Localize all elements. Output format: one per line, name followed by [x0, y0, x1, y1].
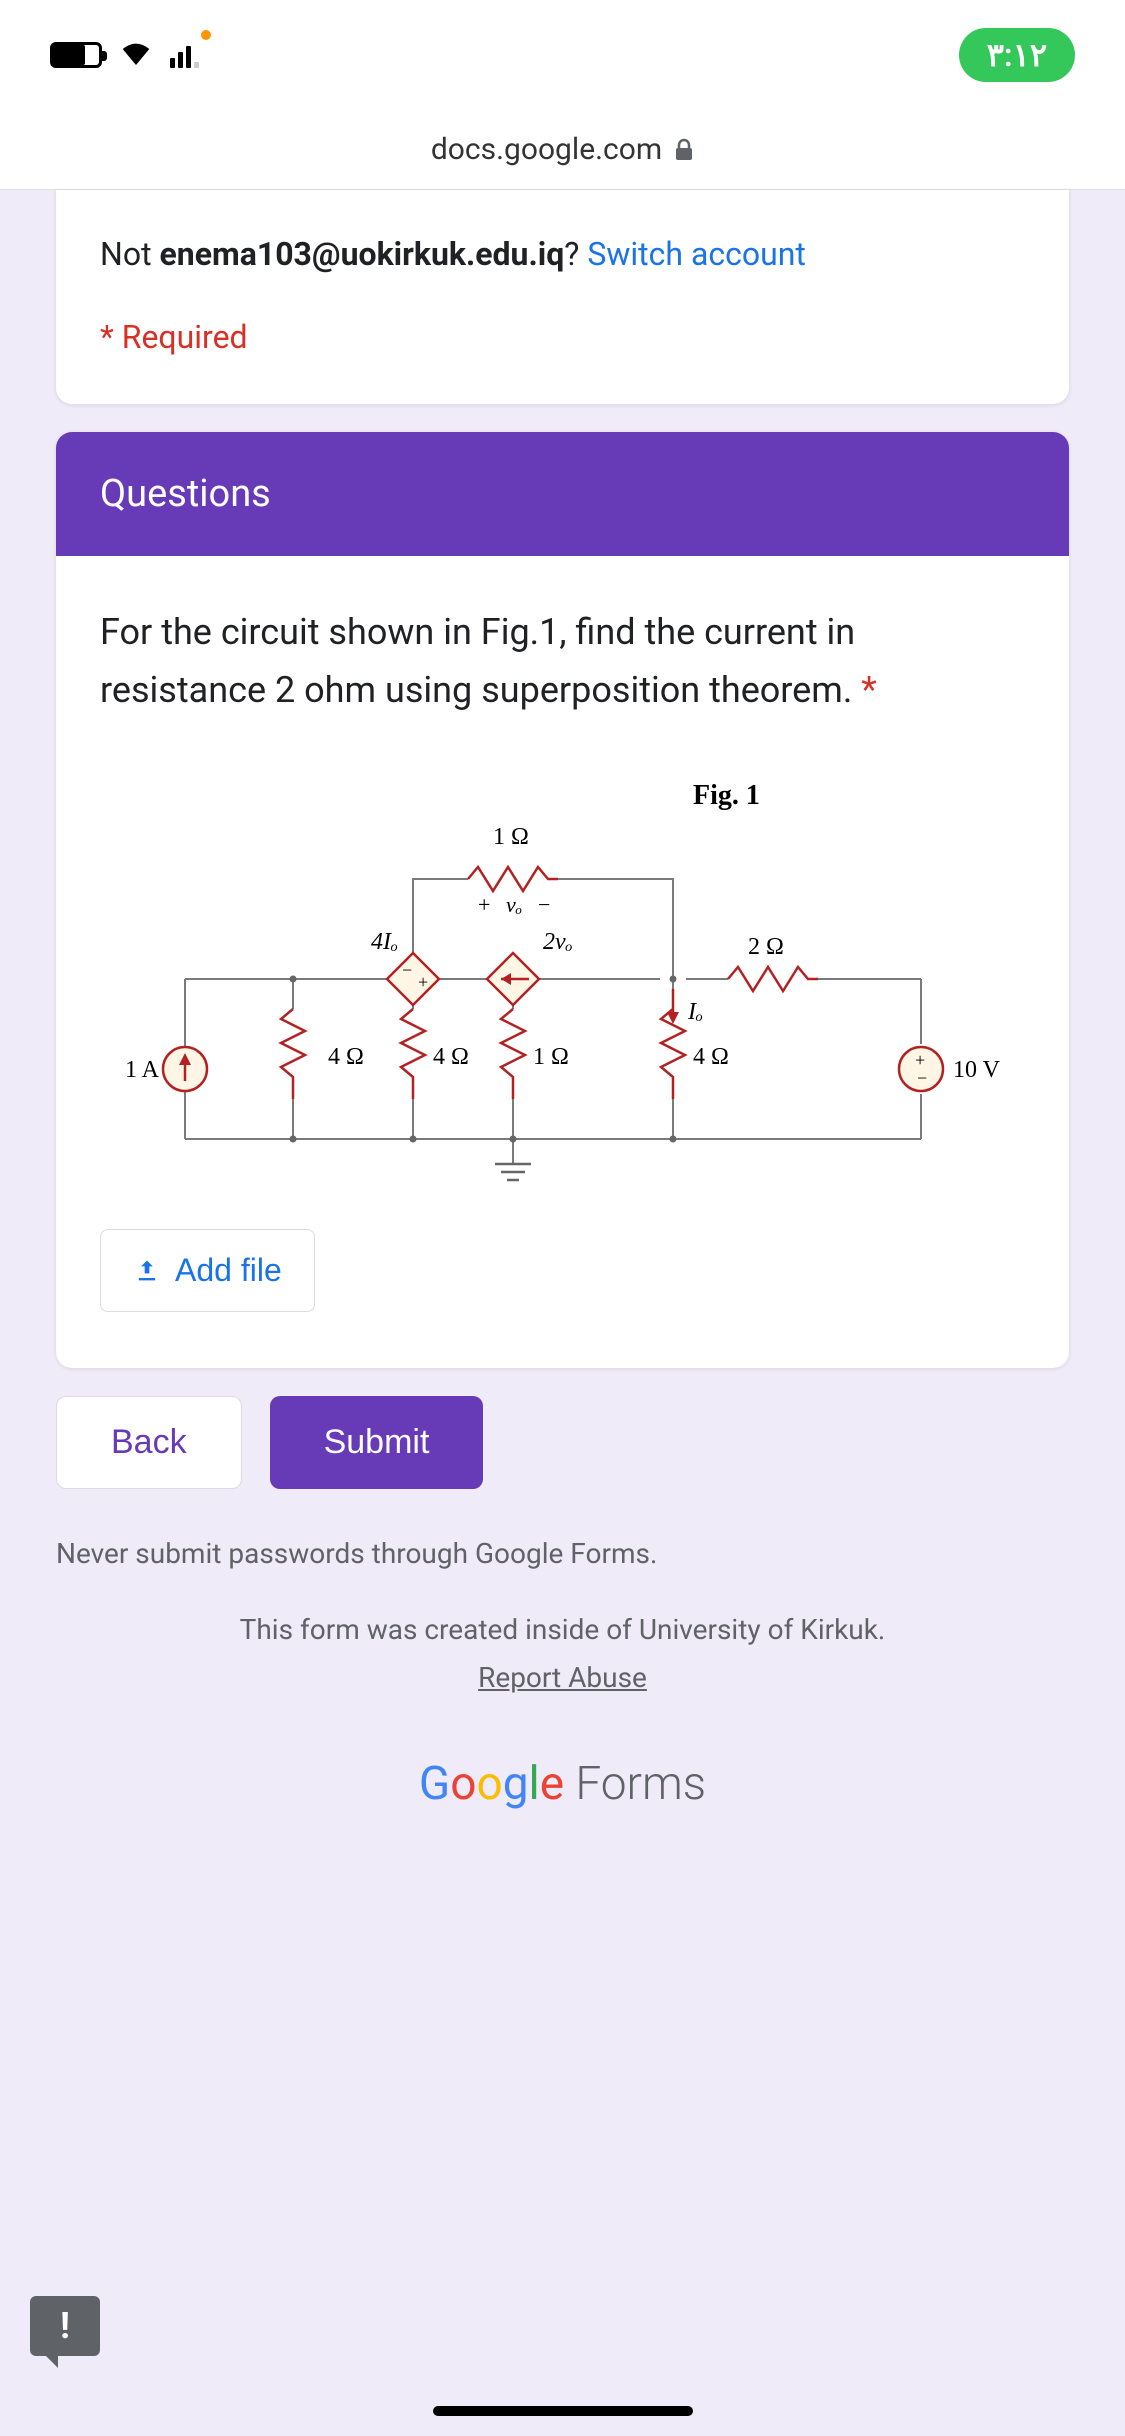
svg-text:2 Ω: 2 Ω	[748, 934, 784, 960]
svg-text:+: +	[915, 1050, 925, 1070]
svg-text:10 V: 10 V	[953, 1057, 1001, 1083]
password-warning: Never submit passwords through Google Fo…	[56, 1537, 1069, 1570]
home-indicator[interactable]	[433, 2406, 693, 2416]
svg-text:4 Ω: 4 Ω	[328, 1044, 364, 1070]
account-switch-text: Not enema103@uokirkuk.edu.iq? Switch acc…	[100, 230, 1025, 278]
question-text: For the circuit shown in Fig.1, find the…	[100, 604, 1025, 719]
svg-text:4Iₒ: 4Iₒ	[371, 929, 398, 955]
url-bar[interactable]: docs.google.com	[0, 110, 1125, 190]
upload-icon	[133, 1257, 161, 1285]
svg-text:1 A: 1 A	[125, 1057, 160, 1083]
org-notice: This form was created inside of Universi…	[56, 1606, 1069, 1701]
circuit-figure: Fig. 1	[100, 769, 1025, 1189]
svg-text:−: −	[538, 892, 550, 917]
status-bar: ٣:١٢	[0, 0, 1125, 110]
svg-text:−: −	[917, 1068, 927, 1088]
svg-text:+: +	[478, 892, 490, 917]
svg-text:+: +	[418, 972, 428, 992]
back-button[interactable]: Back	[56, 1396, 242, 1489]
add-file-button[interactable]: Add file	[100, 1229, 315, 1312]
report-abuse-link[interactable]: Report Abuse	[478, 1661, 647, 1694]
time-pill: ٣:١٢	[959, 28, 1075, 82]
svg-text:2vₒ: 2vₒ	[543, 929, 573, 955]
cellular-icon	[170, 42, 199, 68]
required-note: * Required	[100, 318, 1025, 356]
svg-text:4 Ω: 4 Ω	[433, 1044, 469, 1070]
form-header-card: Not enema103@uokirkuk.edu.iq? Switch acc…	[56, 190, 1069, 404]
section-header: Questions	[56, 432, 1069, 556]
lock-icon	[674, 138, 694, 162]
user-email: enema103@uokirkuk.edu.iq	[159, 235, 564, 273]
svg-text:1 Ω: 1 Ω	[533, 1044, 569, 1070]
switch-account-link[interactable]: Switch account	[587, 235, 806, 273]
svg-text:Iₒ: Iₒ	[687, 999, 703, 1025]
question-section-card: Questions For the circuit shown in Fig.1…	[56, 432, 1069, 1368]
svg-text:Fig. 1: Fig. 1	[693, 780, 760, 811]
nav-row: Back Submit	[56, 1396, 1069, 1489]
wifi-icon	[120, 40, 152, 70]
status-left	[50, 40, 199, 70]
url-text: docs.google.com	[431, 132, 662, 167]
svg-text:vₒ: vₒ	[506, 892, 522, 917]
battery-icon	[50, 42, 102, 68]
feedback-fab[interactable]: !	[30, 2296, 100, 2356]
svg-text:4 Ω: 4 Ω	[693, 1044, 729, 1070]
svg-text:−: −	[402, 960, 412, 980]
submit-button[interactable]: Submit	[270, 1396, 484, 1489]
svg-text:1 Ω: 1 Ω	[493, 824, 529, 850]
google-forms-logo[interactable]: Google Forms	[56, 1757, 1069, 1811]
